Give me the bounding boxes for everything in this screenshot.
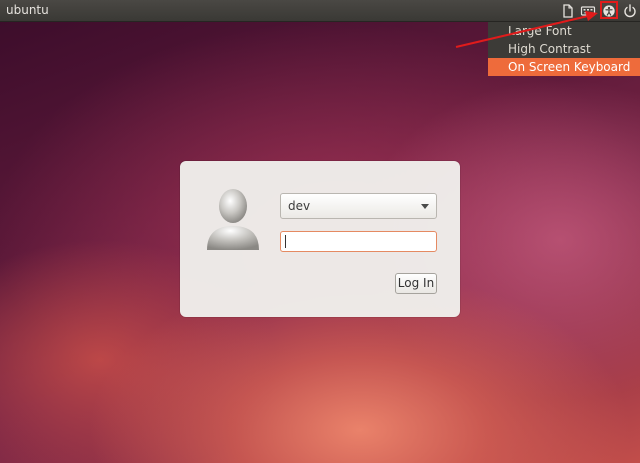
user-avatar-icon bbox=[207, 189, 259, 250]
menu-item-large-font[interactable]: Large Font bbox=[488, 22, 640, 40]
login-box: dev Log In bbox=[180, 161, 460, 317]
power-icon[interactable] bbox=[622, 3, 638, 19]
keyboard-layout-icon[interactable] bbox=[580, 3, 596, 19]
accessibility-menu: Large Font High Contrast On Screen Keybo… bbox=[488, 22, 640, 76]
user-select-dropdown[interactable]: dev bbox=[280, 193, 437, 219]
login-button[interactable]: Log In bbox=[395, 273, 437, 294]
password-field[interactable] bbox=[280, 231, 437, 252]
menu-item-high-contrast[interactable]: High Contrast bbox=[488, 40, 640, 58]
hostname-label: ubuntu bbox=[6, 3, 49, 17]
text-caret bbox=[285, 235, 286, 248]
accessibility-icon[interactable] bbox=[600, 1, 618, 19]
top-panel: ubuntu bbox=[0, 0, 640, 22]
file-icon[interactable] bbox=[560, 3, 576, 19]
menu-item-on-screen-keyboard[interactable]: On Screen Keyboard bbox=[488, 58, 640, 76]
username-value: dev bbox=[288, 199, 311, 213]
chevron-down-icon bbox=[421, 204, 429, 209]
